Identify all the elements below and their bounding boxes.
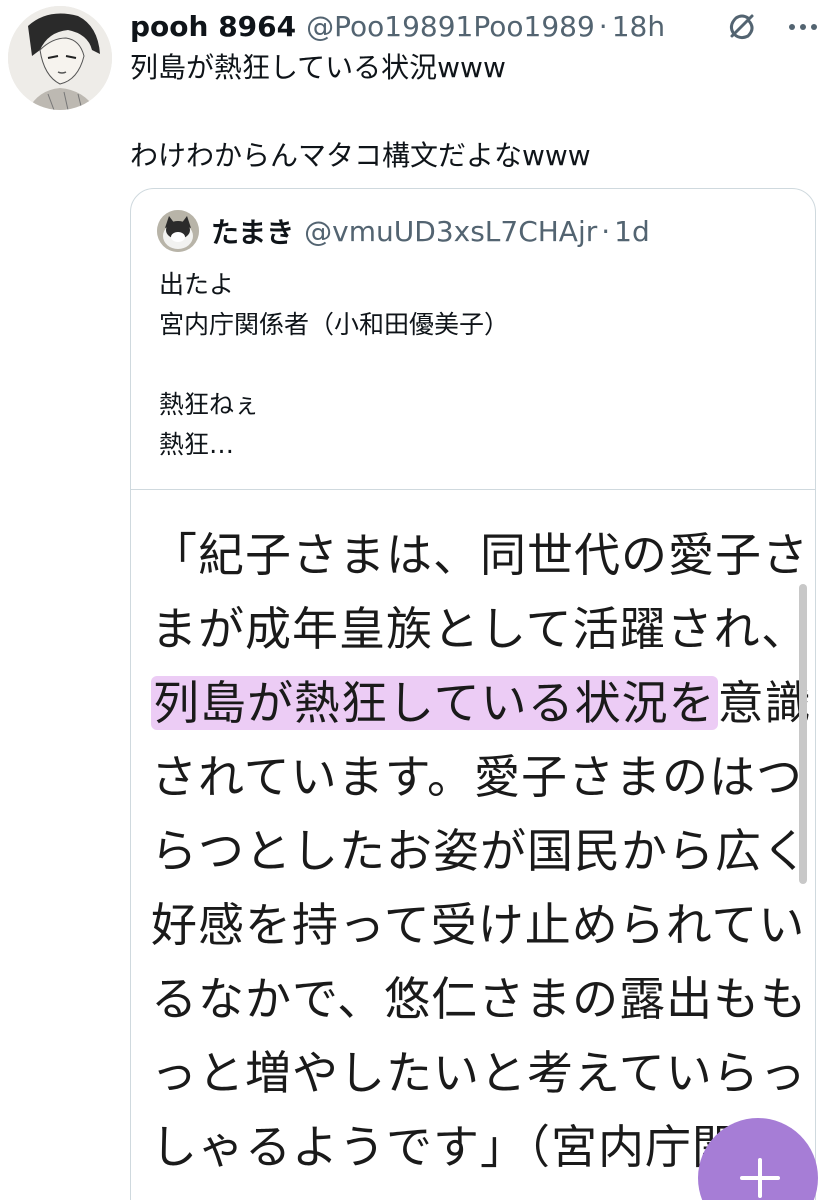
article-line-rest: 意識 [717, 676, 812, 730]
more-icon[interactable] [786, 12, 820, 42]
quoted-tweet-timestamp: 1d [614, 214, 650, 248]
quoted-text-line: 出たよ [159, 270, 235, 299]
image-scrollbar [799, 584, 807, 884]
article-line: っと増やしたいと考えていらっ [151, 1046, 807, 1100]
tweet-header: pooh 8964 @Poo19891Poo1989 · 18h [130, 4, 665, 48]
quoted-text-line: 熱狂… [159, 430, 235, 459]
article-line: るなかで、悠仁さまの露出もも [151, 972, 808, 1026]
article-line: 「紀子さまは、同世代の愛子さ [151, 528, 809, 582]
article-line: 列島が熱狂している状況を意識 [151, 666, 811, 740]
quoted-author-display-name: たまき [211, 216, 295, 249]
tweet-timestamp[interactable]: 18h [612, 10, 665, 43]
quoted-tweet-text: 出たよ 宮内庁関係者（小和田優美子） 熱狂ねぇ 熱狂… [159, 265, 789, 465]
quoted-tweet-card[interactable]: たまき @vmuUD3xsL7CHAjr · 1d 出たよ 宮内庁関係者（小和田… [130, 188, 816, 1200]
quoted-header-separator: · [601, 214, 611, 248]
quoted-tweet-image[interactable]: 「紀子さまは、同世代の愛子さ まが成年皇族として活躍され、 列島が熱狂している状… [131, 489, 815, 1200]
article-highlight: 列島が熱狂している状況を [151, 676, 718, 730]
plus-icon [738, 1156, 782, 1200]
tweet[interactable]: pooh 8964 @Poo19891Poo1989 · 18h 列島が熱狂して… [0, 0, 834, 1200]
article-line: されています。愛子さまのはつ [151, 750, 804, 804]
grok-icon[interactable] [724, 12, 758, 42]
article-line: 好感を持って受け止められてい [151, 898, 806, 952]
article-screenshot-text: 「紀子さまは、同世代の愛子さ まが成年皇族として活躍され、 列島が熱狂している状… [151, 518, 811, 1184]
author-display-name[interactable]: pooh 8964 [130, 10, 296, 43]
tweet-text-line2: わけわからんマタコ構文だよなwww [130, 139, 591, 172]
tweet-text-line1: 列島が熱狂している状況www [130, 51, 506, 84]
article-line: まが成年皇族として活躍され、 [151, 602, 809, 656]
quoted-text-line: 宮内庁関係者（小和田優美子） [159, 310, 510, 339]
author-handle[interactable]: @Poo19891Poo1989 [306, 10, 595, 43]
quoted-author-handle: @vmuUD3xsL7CHAjr [304, 214, 598, 248]
article-line: らつとしたお姿が国民から広く [151, 824, 809, 878]
article-line: しゃるようです」（宮内庁関係 [151, 1120, 786, 1174]
tweet-text: 列島が熱狂している状況www わけわからんマタコ構文だよなwww [130, 46, 820, 178]
author-avatar[interactable] [8, 6, 112, 110]
quoted-text-line: 熱狂ねぇ [159, 390, 260, 419]
quoted-author-avatar [157, 210, 199, 252]
header-separator: · [598, 9, 608, 43]
quoted-tweet-header: たまき @vmuUD3xsL7CHAjr · 1d [157, 209, 650, 253]
